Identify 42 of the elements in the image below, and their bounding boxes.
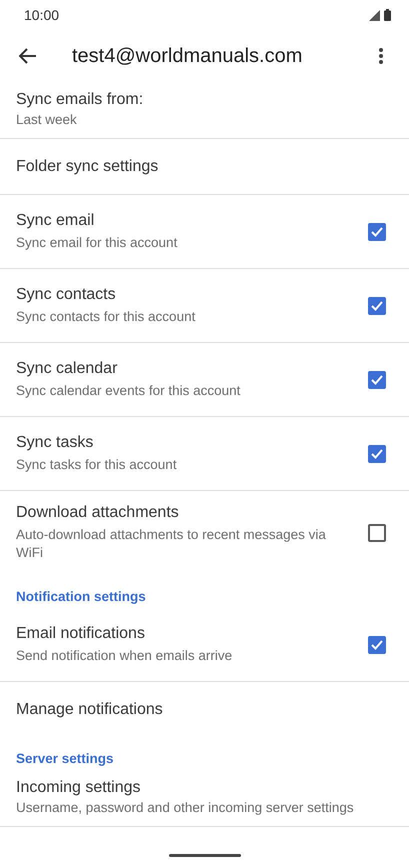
setting-item[interactable]: Sync emails from: Last week [0, 82, 409, 139]
setting-summary: Sync contacts for this account [16, 308, 196, 326]
status-time: 10:00 [24, 7, 60, 23]
setting-item[interactable]: Email notifications Send notification when emails arrive [0, 608, 409, 682]
checkbox[interactable] [368, 296, 386, 314]
setting-item[interactable]: Incoming settings Username, password and other incoming server settings [0, 770, 409, 827]
setting-summary: Send notification when emails arrive [16, 646, 234, 664]
setting-title: Download attachments [16, 504, 180, 522]
setting-item[interactable]: Sync calendar Sync calendar events for this account [0, 343, 409, 417]
setting-summary: Sync calendar events for this account [16, 382, 242, 400]
checkbox[interactable] [368, 636, 386, 654]
checkbox[interactable] [368, 444, 386, 462]
checkbox[interactable] [368, 222, 386, 240]
setting-title: Sync emails from: [16, 91, 144, 110]
setting-title: Sync calendar [16, 360, 118, 378]
setting-item[interactable]: Download attachments Auto-download attachments to recent messages via WiFi [0, 491, 409, 575]
signal-icon [369, 10, 380, 20]
setting-summary: Sync tasks for this account [16, 456, 178, 474]
setting-title: Sync email [16, 212, 96, 230]
back-arrow-icon [19, 48, 37, 64]
checkbox[interactable] [368, 524, 386, 542]
setting-title: Email notifications [16, 624, 146, 643]
setting-summary: Auto-download attachments to recent messages via WiFi [16, 526, 327, 562]
setting-title: Folder sync settings [16, 158, 160, 176]
setting-title: Incoming settings [16, 779, 142, 798]
battery-icon [384, 9, 391, 21]
setting-title: Sync tasks [16, 434, 94, 452]
section-header: Notification settings [15, 588, 147, 606]
setting-summary: Last week [16, 111, 78, 129]
setting-item[interactable]: Sync email Sync email for this account [0, 195, 409, 269]
setting-item[interactable]: Sync tasks Sync tasks for this account [0, 417, 409, 491]
setting-summary: Username, password and other incoming server settings [16, 799, 355, 817]
checkbox[interactable] [368, 370, 386, 388]
setting-item[interactable]: Manage notifications [0, 682, 409, 737]
more-options-icon [379, 48, 383, 64]
setting-title: Manage notifications [16, 700, 164, 718]
setting-summary: Sync email for this account [16, 234, 178, 252]
account-title: test4@worldmanuals.com [72, 44, 304, 68]
setting-item[interactable]: Sync contacts Sync contacts for this account [0, 269, 409, 343]
setting-item[interactable]: Folder sync settings [0, 139, 409, 195]
section-header: Server settings [15, 750, 115, 768]
setting-title: Sync contacts [16, 286, 117, 304]
